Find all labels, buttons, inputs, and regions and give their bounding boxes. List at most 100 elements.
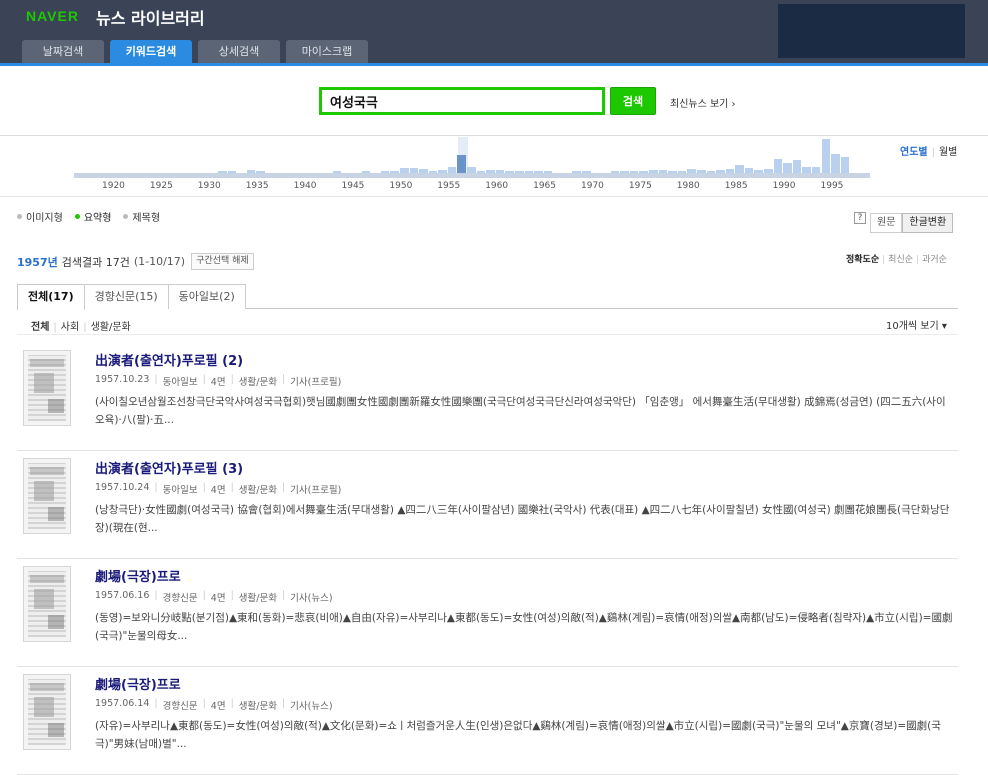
article-type: 기사(뉴스) bbox=[290, 593, 333, 604]
hangul-conversion-button[interactable]: 한글변환 bbox=[902, 213, 954, 233]
result-range: (1-10/17) bbox=[133, 255, 186, 268]
timeline-bar-1957[interactable] bbox=[457, 155, 467, 173]
article-snippet: (자유)=사부리나▲東都(동도)=女性(여성)의敵(적)▲文化(문화)=쇼ㅣ처럼… bbox=[95, 720, 941, 750]
view-option-label: 요약형 bbox=[83, 213, 112, 224]
timeline-bar-1992[interactable] bbox=[792, 160, 802, 173]
original-text-button[interactable]: 원문 bbox=[870, 213, 903, 233]
mode-monthly[interactable]: 월별 bbox=[939, 147, 957, 158]
tab-date-search[interactable]: 날짜검색 bbox=[22, 40, 104, 63]
category-society[interactable]: 사회 bbox=[61, 322, 79, 333]
timeline-bar-1997[interactable] bbox=[840, 157, 850, 173]
article-section: 생활/문화 bbox=[238, 377, 277, 388]
view-image[interactable]: 이미지형 bbox=[17, 209, 63, 224]
view-title[interactable]: 제목형 bbox=[123, 209, 160, 224]
category-all[interactable]: 전체 bbox=[31, 322, 49, 333]
timeline-year-label[interactable]: 1975 bbox=[629, 181, 652, 191]
category-filter: 전체 | 사회 | 생활/문화 bbox=[31, 322, 131, 333]
result-summary: 1957년 검색결과 17건 (1-10/17) 구간선택 해제 bbox=[17, 253, 254, 270]
source-tab-all[interactable]: 전체(17) bbox=[17, 284, 85, 310]
article-paper[interactable]: 경향신문 bbox=[163, 590, 198, 604]
sort-oldest[interactable]: 과거순 bbox=[922, 255, 947, 265]
article-type: 기사(뉴스) bbox=[290, 701, 333, 712]
article-section: 생활/문화 bbox=[238, 485, 277, 496]
site-title[interactable]: 뉴스 라이브러리 bbox=[96, 5, 205, 29]
article-paper[interactable]: 동아일보 bbox=[163, 482, 198, 496]
help-icon[interactable]: ? bbox=[854, 212, 866, 224]
article-page: 4면 bbox=[210, 485, 226, 496]
conversion-toggle: 원문 한글변환 bbox=[870, 213, 954, 233]
tab-detail-search[interactable]: 상세검색 bbox=[198, 40, 280, 63]
article-section: 생활/문화 bbox=[238, 701, 277, 712]
article-thumbnail[interactable] bbox=[23, 458, 71, 534]
article-paper[interactable]: 동아일보 bbox=[163, 374, 198, 388]
article-snippet: (사이칠오년삼월조선창극단국악사여성국극협회)햇님國劇團女性國劇團新羅女性國樂團… bbox=[95, 396, 946, 426]
article-date: 1957.06.14 bbox=[95, 698, 150, 709]
timeline-year-label[interactable]: 1990 bbox=[773, 181, 796, 191]
article-meta: 1957.06.14 | 경향신문 | 4면 | 생활/문화 | 기사(뉴스) bbox=[95, 698, 333, 712]
sort-accuracy[interactable]: 정확도순 bbox=[846, 255, 879, 265]
timeline-year-label[interactable]: 1970 bbox=[581, 181, 604, 191]
article-title[interactable]: 劇場(극장)프로 bbox=[95, 674, 181, 693]
article-thumbnail[interactable] bbox=[23, 674, 71, 750]
timeline-track[interactable] bbox=[74, 173, 870, 178]
reset-range-button[interactable]: 구간선택 해제 bbox=[191, 253, 254, 270]
timeline-year-label[interactable]: 1960 bbox=[485, 181, 508, 191]
view-summary[interactable]: 요약형 bbox=[74, 209, 112, 224]
article-title[interactable]: 劇場(극장)프로 bbox=[95, 566, 181, 585]
timeline-bar-1990[interactable] bbox=[773, 159, 783, 173]
tab-keyword-search[interactable]: 키워드검색 bbox=[110, 40, 192, 63]
timeline-year-label[interactable]: 1920 bbox=[102, 181, 125, 191]
article-title[interactable]: 出演者(출연자)푸로필 (2) bbox=[95, 350, 243, 369]
timeline-year-label[interactable]: 1940 bbox=[294, 181, 317, 191]
timeline-year-label[interactable]: 1965 bbox=[533, 181, 556, 191]
timeline-bar-1986[interactable] bbox=[735, 165, 744, 173]
timeline-year-label[interactable]: 1935 bbox=[246, 181, 269, 191]
article-snippet: (동영)=보와니分岐點(분기점)▲東和(동화)=悲哀(비애)▲自由(자유)=사부… bbox=[95, 612, 953, 642]
timeline-year-label[interactable]: 1995 bbox=[821, 181, 844, 191]
timeline-bar-1996[interactable] bbox=[831, 154, 840, 173]
article-thumbnail[interactable] bbox=[23, 350, 71, 426]
timeline-year-label[interactable]: 1985 bbox=[725, 181, 748, 191]
per-page-select[interactable]: 10개씩 보기 ▾ bbox=[886, 317, 947, 332]
article-meta: 1957.06.16 | 경향신문 | 4면 | 생활/문화 | 기사(뉴스) bbox=[95, 590, 333, 604]
tab-my-scrap[interactable]: 마이스크랩 bbox=[286, 40, 368, 63]
timeline-year-label[interactable]: 1980 bbox=[677, 181, 700, 191]
result-count: 검색결과 17건 bbox=[61, 255, 130, 269]
search-area: 검색 최신뉴스 보기 › bbox=[0, 66, 988, 136]
view-option-label: 이미지형 bbox=[26, 213, 63, 224]
sort-latest[interactable]: 최신순 bbox=[888, 255, 913, 265]
timeline-year-label[interactable]: 1925 bbox=[150, 181, 173, 191]
timeline-year-label[interactable]: 1950 bbox=[389, 181, 412, 191]
article-paper[interactable]: 경향신문 bbox=[163, 698, 198, 712]
timeline-year-label[interactable]: 1955 bbox=[437, 181, 460, 191]
header-banner bbox=[778, 4, 965, 58]
article-page: 4면 bbox=[210, 377, 226, 388]
mode-yearly[interactable]: 연도별 bbox=[900, 147, 928, 158]
selected-year: 1957년 bbox=[17, 255, 58, 269]
timeline-year-label[interactable]: 1945 bbox=[342, 181, 365, 191]
radio-dot-icon bbox=[17, 214, 22, 219]
article-thumbnail[interactable] bbox=[23, 566, 71, 642]
search-input[interactable] bbox=[319, 87, 605, 115]
timeline-year-label[interactable]: 1930 bbox=[198, 181, 221, 191]
article-type: 기사(프로필) bbox=[290, 377, 342, 388]
category-life-culture[interactable]: 생활/문화 bbox=[91, 322, 131, 333]
latest-news-link[interactable]: 최신뉴스 보기 › bbox=[670, 95, 736, 110]
list-item: 劇場(극장)프로 1957.06.16 | 경향신문 | 4면 | 생활/문화 | 기사… bbox=[17, 559, 958, 667]
naver-logo[interactable]: NAVER bbox=[26, 8, 79, 24]
article-meta: 1957.10.24 | 동아일보 | 4면 | 생활/문화 | 기사(프로필) bbox=[95, 482, 342, 496]
source-tab-donga[interactable]: 동아일보(2) bbox=[167, 284, 246, 309]
search-button[interactable]: 검색 bbox=[610, 87, 656, 115]
article-type: 기사(프로필) bbox=[290, 485, 342, 496]
article-snippet: (낭창극단)·女性國劇(여성국극) 協會(협회)에서舞臺生活(무대생활) ▲四二… bbox=[95, 504, 950, 534]
article-title[interactable]: 出演者(출연자)푸로필 (3) bbox=[95, 458, 243, 477]
timeline-bar-1991[interactable] bbox=[783, 163, 792, 173]
source-tab-kyunghyang[interactable]: 경향신문(15) bbox=[83, 284, 169, 309]
view-options: 이미지형 요약형 제목형 bbox=[17, 209, 160, 224]
article-page: 4면 bbox=[210, 701, 226, 712]
timeline-bar-1995[interactable] bbox=[821, 139, 831, 173]
article-section: 생활/문화 bbox=[238, 593, 277, 604]
list-item: 劇場(극장)프로 1957.06.14 | 경향신문 | 4면 | 생활/문화 | 기사… bbox=[17, 667, 958, 775]
result-list: 出演者(출연자)푸로필 (2) 1957.10.23 | 동아일보 | 4면 | 생활… bbox=[17, 343, 958, 775]
article-meta: 1957.10.23 | 동아일보 | 4면 | 생활/문화 | 기사(프로필) bbox=[95, 374, 342, 388]
